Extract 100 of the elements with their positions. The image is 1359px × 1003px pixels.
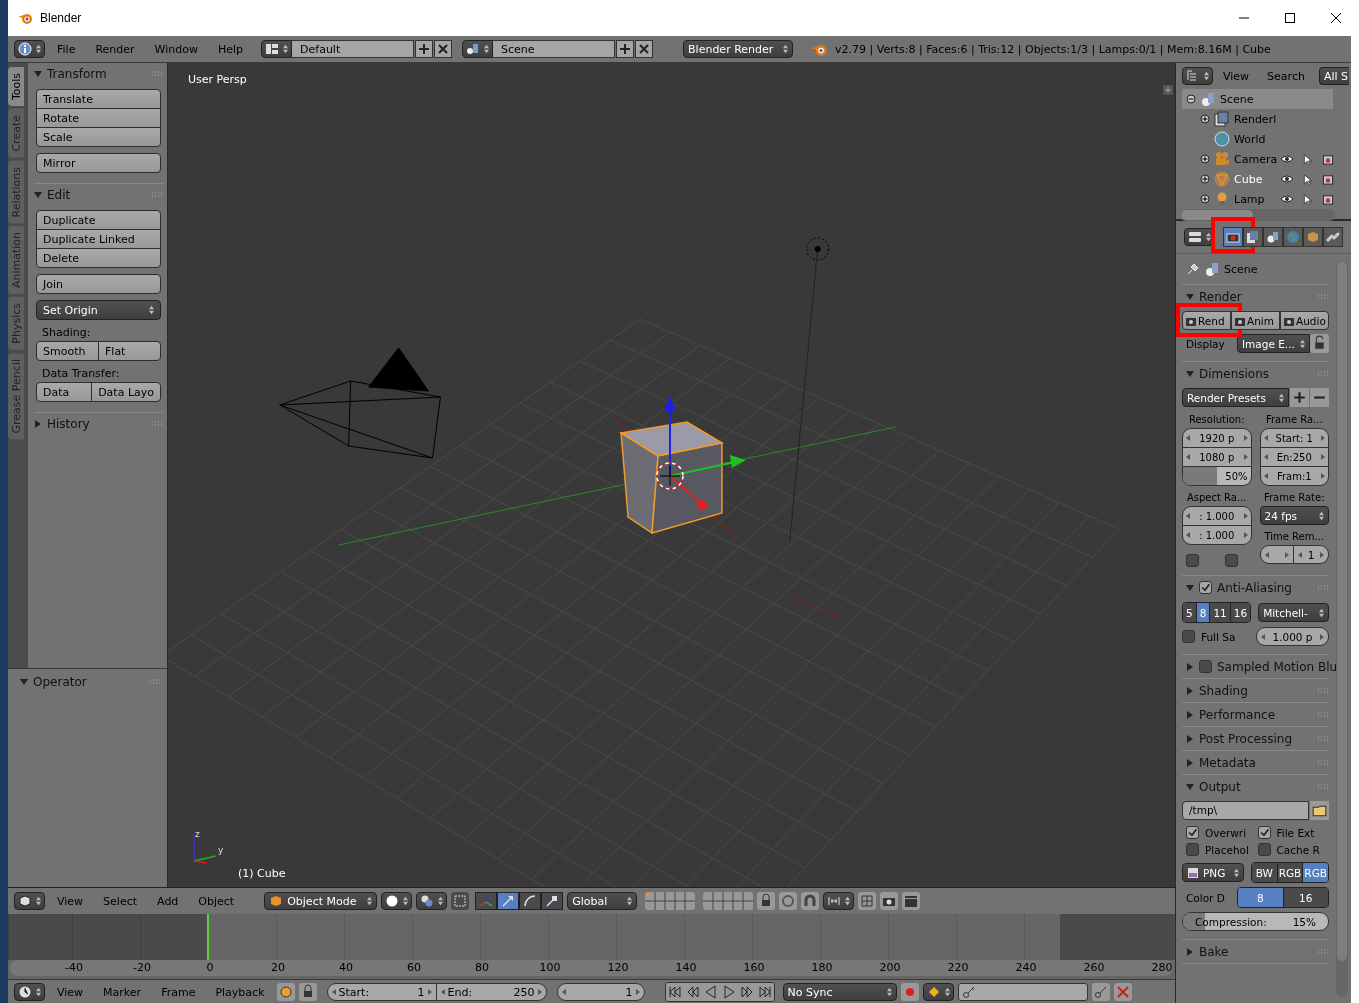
decrement-arrow-icon[interactable] [1186, 435, 1190, 441]
disclosure-triangle-icon[interactable] [1186, 369, 1194, 378]
decrement-arrow-icon[interactable] [1261, 633, 1265, 640]
grip-icon[interactable] [1317, 948, 1329, 955]
menu-item[interactable]: Search [1259, 69, 1313, 83]
mode-dropdown[interactable]: Object Mode [264, 892, 378, 910]
close-icon[interactable] [434, 40, 453, 58]
manipulator-button[interactable] [497, 892, 520, 910]
checkbox[interactable] [1199, 660, 1212, 673]
sync-dropdown[interactable]: No Sync [782, 983, 897, 1001]
expand-icon[interactable] [1200, 194, 1210, 204]
add-icon[interactable] [415, 40, 434, 58]
checkbox[interactable] [1257, 843, 1271, 856]
checkbox[interactable] [1257, 826, 1271, 839]
disclosure-triangle-icon[interactable] [34, 420, 42, 428]
resolution-field[interactable]: 1080 p [1182, 447, 1252, 467]
increment-arrow-icon[interactable] [1321, 435, 1325, 441]
tool-button[interactable]: Duplicate Linked [36, 229, 161, 249]
lock-icon[interactable] [298, 983, 317, 1001]
increment-arrow-icon[interactable] [1320, 633, 1324, 640]
outliner-row[interactable]: Renderl [1176, 109, 1333, 129]
disclosure-triangle-icon[interactable] [1186, 292, 1194, 301]
panel-title[interactable]: Edit [47, 188, 71, 202]
tool-button[interactable]: Rotate [36, 108, 161, 128]
tool-button[interactable]: Duplicate [36, 210, 161, 230]
percentage-slider[interactable]: 50% [1182, 466, 1252, 486]
checkbox[interactable] [1186, 843, 1199, 856]
shading-dropdown[interactable] [381, 892, 413, 910]
frame-range-field[interactable]: Fram:1 [1259, 466, 1329, 486]
selection-box-icon[interactable] [451, 892, 470, 910]
cube-drawing[interactable] [619, 421, 724, 535]
menu-item[interactable]: View [49, 985, 92, 999]
start-frame-field[interactable]: Start: 1 [326, 983, 437, 1001]
grip-icon[interactable] [1317, 783, 1329, 790]
expand-icon[interactable] [1200, 154, 1210, 164]
increment-arrow-icon[interactable] [1285, 551, 1290, 558]
display-mode-dropdown[interactable]: All S [1318, 67, 1349, 85]
panel-title[interactable]: Sampled Motion Blu [1217, 659, 1338, 674]
panel-title[interactable]: Dimensions [1199, 366, 1270, 381]
sample-count-button[interactable]: 16 [1229, 603, 1251, 622]
aspect-ratio-field[interactable]: : 1.000 [1182, 506, 1252, 526]
expand-region-icon[interactable] [1163, 85, 1173, 95]
grip-icon[interactable] [1317, 687, 1329, 694]
sample-count-button[interactable]: 11 [1209, 603, 1230, 622]
properties-tab[interactable] [1243, 227, 1263, 247]
lock-icon[interactable] [1310, 334, 1329, 353]
outliner-row[interactable]: Lamp [1176, 189, 1333, 209]
eye-icon[interactable] [1280, 174, 1294, 184]
increment-arrow-icon[interactable] [1321, 473, 1325, 479]
remove-icon[interactable] [1310, 388, 1329, 407]
increment-arrow-icon[interactable] [537, 989, 542, 995]
layers-grid[interactable] [645, 892, 696, 910]
time-remap-new-field[interactable]: 1 [1294, 545, 1329, 564]
horizontal-scrollbar[interactable] [1180, 209, 1335, 221]
end-frame-field[interactable]: End: 250 [436, 983, 547, 1001]
tool-button[interactable]: Scale [36, 127, 161, 147]
render-action-button[interactable]: Rend [1182, 311, 1231, 330]
panel-title[interactable]: Render [1199, 289, 1242, 304]
menu-item[interactable]: Add [149, 894, 187, 908]
lock-icon[interactable] [757, 892, 776, 910]
proportional-edit-icon[interactable] [779, 892, 798, 910]
color-mode-button[interactable]: BW [1252, 863, 1277, 882]
manipulator-button[interactable] [519, 892, 542, 910]
menu-item[interactable]: Window [146, 42, 206, 56]
properties-tab[interactable] [1263, 227, 1283, 247]
frame-range-field[interactable]: En:250 [1259, 447, 1329, 467]
outliner-row[interactable]: World [1176, 129, 1333, 149]
checkbox[interactable] [1199, 581, 1212, 594]
output-path-field[interactable]: /tmp\ [1182, 801, 1309, 820]
tool-button[interactable]: Translate [36, 89, 161, 109]
menu-item[interactable]: Object [190, 894, 243, 908]
add-icon[interactable] [1290, 388, 1309, 407]
cursor-icon[interactable] [1302, 173, 1314, 185]
editor-type-dropdown[interactable] [14, 983, 45, 1001]
color-depth-button[interactable]: 16 [1282, 888, 1328, 907]
render-action-button[interactable]: Audio [1280, 311, 1329, 330]
compression-slider[interactable]: Compression: 15% [1182, 912, 1329, 931]
menu-item[interactable]: Select [95, 894, 146, 908]
disclosure-triangle-icon[interactable] [34, 70, 42, 78]
panel-title[interactable]: Operator [33, 675, 87, 689]
sample-count-button[interactable]: 5 [1183, 603, 1196, 622]
keying-set-field[interactable] [957, 983, 1088, 1001]
disclosure-triangle-icon[interactable] [1186, 947, 1194, 956]
increment-arrow-icon[interactable] [1243, 435, 1248, 441]
decrement-arrow-icon[interactable] [1186, 532, 1190, 538]
tool-button[interactable]: Join [36, 274, 161, 294]
increment-arrow-icon[interactable] [1243, 532, 1248, 538]
properties-tab[interactable] [1303, 227, 1323, 247]
disclosure-triangle-icon[interactable] [1186, 710, 1194, 719]
cursor-icon[interactable] [1302, 153, 1314, 165]
file-format-dropdown[interactable]: PNG [1182, 863, 1244, 882]
menu-item[interactable]: View [1215, 69, 1258, 83]
menu-item[interactable]: Render [87, 42, 143, 56]
decrement-arrow-icon[interactable] [440, 989, 445, 995]
tool-button[interactable]: Delete [36, 248, 161, 268]
grip-icon[interactable] [1317, 293, 1329, 300]
grip-icon[interactable] [151, 71, 163, 77]
disclosure-triangle-icon[interactable] [1186, 662, 1194, 671]
increment-arrow-icon[interactable] [1243, 513, 1248, 519]
add-icon[interactable] [616, 40, 635, 58]
